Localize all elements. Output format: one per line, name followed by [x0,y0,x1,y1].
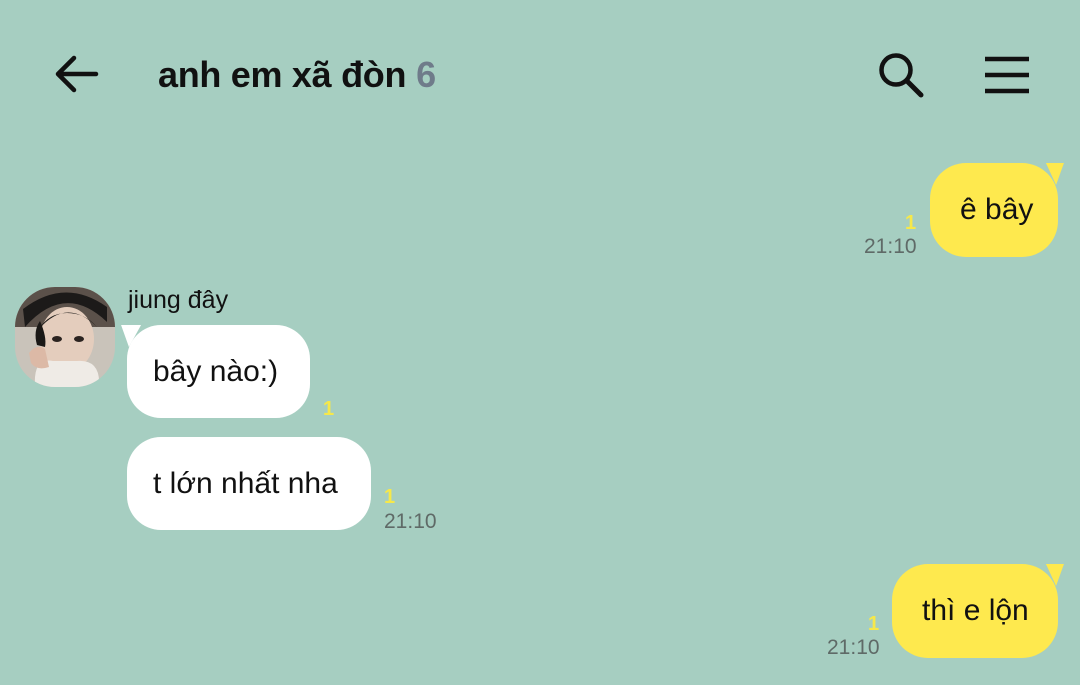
avatar[interactable] [15,287,115,387]
chat-title[interactable]: anh em xã đòn 6 [158,52,436,98]
message-time: 21:10 [827,636,880,659]
message-time: 21:10 [864,235,917,258]
received-message-bubble[interactable]: bây nào:) [127,325,310,418]
chat-header: anh em xã đòn 6 [0,0,1080,150]
member-count: 6 [416,54,436,95]
message-text: bây nào:) [153,354,279,388]
unread-count: 1 [905,212,917,234]
profile-photo [15,287,115,387]
menu-icon [985,56,1029,94]
my-message-bubble[interactable]: thì e lộn [892,564,1058,658]
search-button[interactable] [872,46,930,104]
my-message-bubble[interactable]: ê bây [930,163,1058,257]
message-text: ê bây [960,193,1034,226]
chat-screen: anh em xã đòn 6 ê bây 1 21:10 jiung đây … [0,0,1080,685]
unread-count: 1 [868,613,880,635]
message-time: 21:10 [384,510,437,533]
menu-button[interactable] [978,46,1036,104]
unread-count: 1 [323,398,335,420]
search-icon [879,53,924,98]
back-button[interactable] [48,50,104,98]
received-message-bubble[interactable]: t lớn nhất nha [127,437,371,530]
sender-name[interactable]: jiung đây [128,286,228,315]
unread-count: 1 [384,486,396,508]
message-text: thì e lộn [922,594,1029,627]
message-text: t lớn nhất nha [153,466,338,500]
arrow-left-icon [55,55,99,93]
chat-room-name: anh em xã đòn [158,54,407,95]
